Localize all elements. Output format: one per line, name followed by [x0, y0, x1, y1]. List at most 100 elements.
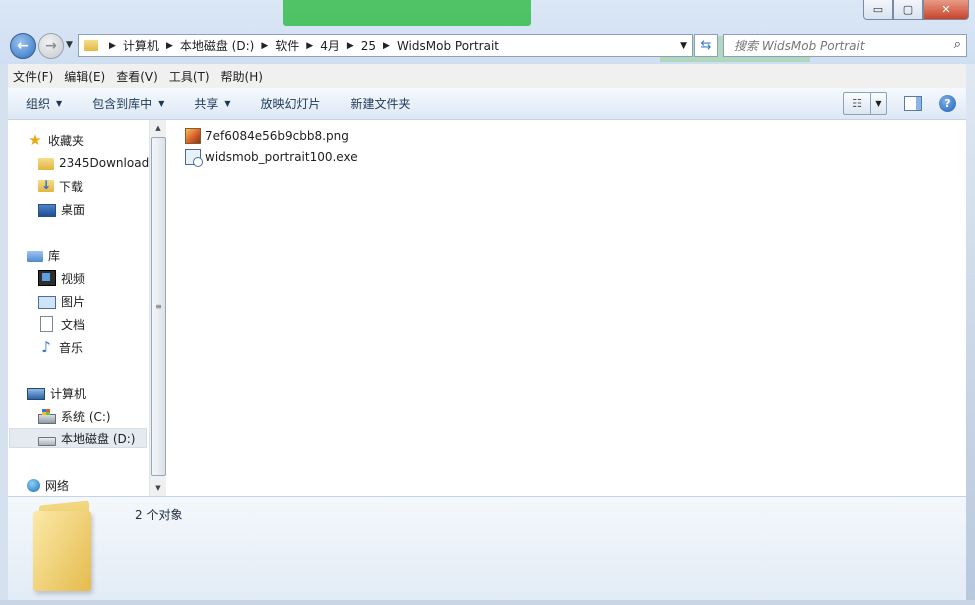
nav-item-downloads[interactable]: 下载 [38, 176, 83, 196]
breadcrumb-item-software[interactable]: 软件 [275, 37, 299, 54]
view-details-icon[interactable]: ☷ [844, 93, 871, 114]
nav-item-music[interactable]: ♪ 音乐 [38, 337, 83, 357]
view-options-button[interactable]: ☷ ▼ [843, 92, 887, 115]
music-note-icon: ♪ [41, 338, 51, 356]
forward-button[interactable]: → [38, 33, 64, 59]
new-folder-button[interactable]: 新建文件夹 [351, 95, 411, 112]
network-icon [27, 479, 40, 492]
menu-file[interactable]: 文件(F) [8, 68, 58, 85]
computer-icon [27, 387, 45, 400]
nav-item-label: 2345Downloads [59, 156, 149, 170]
folder-icon [38, 158, 54, 170]
background-window-fragment [283, 0, 531, 26]
chevron-right-icon[interactable]: ▶ [383, 41, 390, 51]
breadcrumb-item-25[interactable]: 25 [361, 39, 376, 53]
details-pane: 2 个对象 [8, 496, 966, 601]
file-name: 7ef6084e56b9cbb8.png [205, 129, 349, 143]
chevron-down-icon: ▼ [224, 99, 231, 108]
preview-pane-icon[interactable] [904, 96, 922, 111]
help-icon[interactable]: ? [939, 95, 956, 112]
toolbar-right-group: ☷ ▼ ? [843, 92, 956, 115]
window-frame-left [0, 64, 8, 605]
command-bar: 组织 ▼ 包含到库中 ▼ 共享 ▼ 放映幻灯片 新建文件夹 ☷ ▼ ? [8, 88, 966, 120]
scroll-down-icon[interactable]: ▼ [150, 480, 166, 496]
search-input[interactable] [732, 37, 946, 54]
menu-view[interactable]: 查看(V) [111, 68, 163, 85]
chevron-down-icon[interactable]: ▼ [871, 93, 886, 114]
chevron-right-icon[interactable]: ▶ [109, 41, 116, 51]
breadcrumb-item-computer[interactable]: 计算机 [123, 37, 159, 54]
back-button[interactable]: ← [10, 33, 36, 59]
address-dropdown-icon[interactable]: ▼ [680, 41, 687, 51]
nav-item-videos[interactable]: 视频 [38, 268, 85, 288]
nav-item-documents[interactable]: 文档 [38, 314, 85, 334]
system-drive-icon [38, 409, 56, 424]
desktop-icon [38, 203, 56, 217]
share-button[interactable]: 共享 ▼ [194, 95, 230, 112]
file-item[interactable]: 7ef6084e56b9cbb8.png [185, 126, 349, 146]
slideshow-label: 放映幻灯片 [260, 97, 321, 111]
window-frame-bottom [0, 600, 975, 605]
breadcrumb-item-widsmob-portrait[interactable]: WidsMob Portrait [397, 39, 499, 53]
nav-item-desktop[interactable]: 桌面 [38, 199, 85, 219]
nav-pane-scrollbar[interactable]: ▲ ≡ ▼ [149, 120, 166, 496]
breadcrumb-item-april[interactable]: 4月 [320, 37, 340, 54]
minimize-button[interactable]: ▭ [863, 0, 893, 20]
chevron-right-icon[interactable]: ▶ [347, 41, 354, 51]
star-icon: ★ [28, 131, 42, 149]
forward-arrow-icon: → [45, 38, 57, 54]
chevron-right-icon[interactable]: ▶ [306, 41, 313, 51]
chevron-right-icon[interactable]: ▶ [166, 41, 173, 51]
navigation-pane: ★收藏夹 2345Downloads 下载 桌面 库 视频 图片 文档 ♪音乐 … [8, 120, 149, 496]
scroll-up-icon[interactable]: ▲ [150, 120, 166, 136]
maximize-button[interactable]: ▢ [893, 0, 923, 20]
recent-pages-dropdown[interactable]: ▼ [66, 40, 73, 50]
nav-item-label: 视频 [61, 271, 86, 286]
video-library-icon [38, 270, 56, 286]
documents-library-icon [40, 316, 53, 332]
nav-favorites[interactable]: ★ 收藏夹 [27, 130, 84, 150]
refresh-button[interactable]: ⇆ [694, 34, 718, 57]
hard-drive-icon [38, 436, 56, 446]
menu-bar: 文件(F) 编辑(E) 查看(V) 工具(T) 帮助(H) [8, 64, 975, 88]
minimize-icon: ▭ [872, 3, 884, 16]
folder-icon [84, 40, 98, 51]
nav-item-label: 下载 [59, 179, 84, 194]
nav-item-drive-d[interactable]: 本地磁盘 (D:) [9, 428, 147, 448]
breadcrumb-item-drive-d[interactable]: 本地磁盘 (D:) [180, 37, 254, 54]
organize-label: 组织 [26, 97, 51, 111]
nav-item-pictures[interactable]: 图片 [38, 291, 85, 311]
nav-favorites-label: 收藏夹 [48, 133, 85, 148]
nav-item-2345downloads[interactable]: 2345Downloads [38, 153, 149, 173]
new-folder-label: 新建文件夹 [350, 97, 411, 111]
refresh-icon: ⇆ [700, 38, 712, 53]
downloads-folder-icon [38, 177, 54, 193]
menu-help[interactable]: 帮助(H) [216, 68, 268, 85]
slideshow-button[interactable]: 放映幻灯片 [261, 95, 321, 112]
nav-item-label: 系统 (C:) [61, 409, 111, 424]
title-bar: ▭ ▢ ✕ ← → ▼ ▶ 计算机 ▶ 本地磁盘 (D:) ▶ 软件 ▶ 4月 … [0, 0, 975, 64]
close-button[interactable]: ✕ [923, 0, 969, 20]
organize-button[interactable]: 组织 ▼ [26, 95, 62, 112]
library-icon [27, 251, 43, 262]
file-item[interactable]: widsmob_portrait100.exe [185, 147, 358, 167]
nav-item-drive-c[interactable]: 系统 (C:) [38, 406, 111, 426]
nav-libraries-label: 库 [48, 248, 61, 263]
chevron-right-icon[interactable]: ▶ [261, 41, 268, 51]
menu-tools[interactable]: 工具(T) [164, 68, 215, 85]
scrollbar-thumb[interactable]: ≡ [151, 137, 166, 476]
nav-item-label: 图片 [61, 294, 86, 309]
chevron-down-icon: ▼ [158, 99, 165, 108]
caption-buttons: ▭ ▢ ✕ [863, 0, 969, 20]
nav-computer[interactable]: 计算机 [27, 383, 86, 403]
include-in-library-button[interactable]: 包含到库中 ▼ [92, 95, 164, 112]
nav-network[interactable]: 网络 [27, 475, 69, 495]
search-box[interactable]: ⌕ [723, 34, 967, 57]
png-image-icon [185, 128, 201, 144]
back-arrow-icon: ← [17, 38, 29, 54]
exe-installer-icon [185, 149, 203, 167]
menu-edit[interactable]: 编辑(E) [59, 68, 110, 85]
search-icon[interactable]: ⌕ [954, 37, 961, 52]
nav-libraries[interactable]: 库 [27, 245, 60, 265]
address-bar[interactable]: ▶ 计算机 ▶ 本地磁盘 (D:) ▶ 软件 ▶ 4月 ▶ 25 ▶ WidsM… [78, 34, 693, 57]
